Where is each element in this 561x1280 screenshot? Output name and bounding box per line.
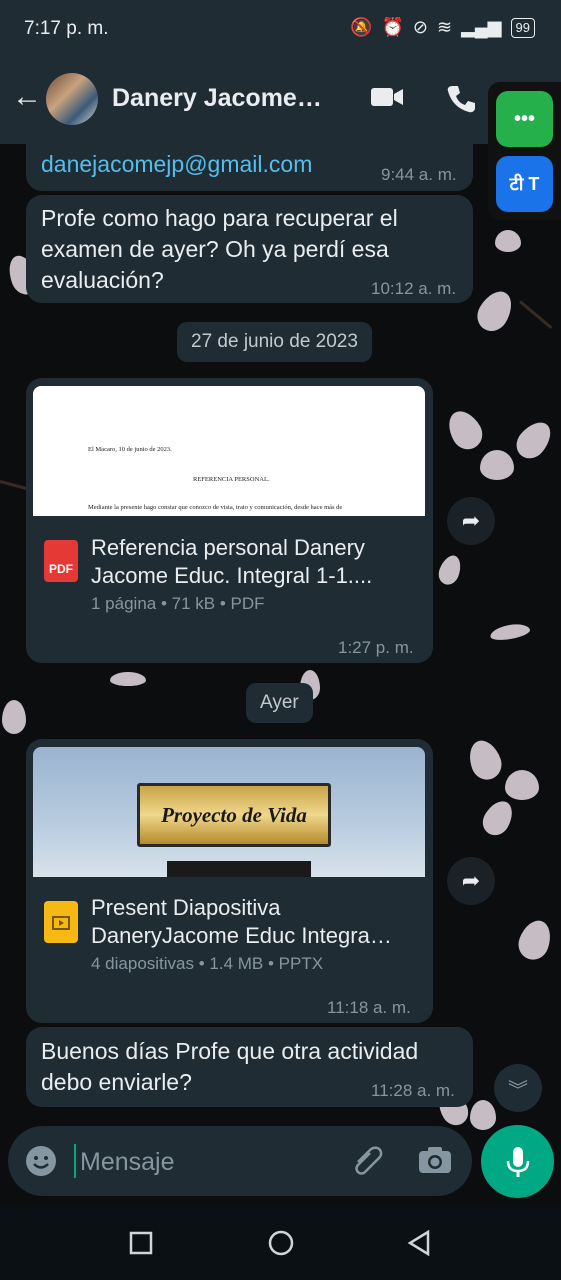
pdf-file-icon: PDF — [44, 540, 78, 582]
document-meta: 4 diapositivas • 1.4 MB • PPTX — [91, 954, 324, 973]
presentation-preview[interactable]: Proyecto de Vida — [33, 747, 425, 877]
wifi-icon: ≋ — [436, 17, 453, 37]
floating-app-panel: ••• टी T — [488, 82, 561, 220]
slide-title-plaque: Proyecto de Vida — [137, 783, 331, 847]
email-link[interactable]: danejacomejp@gmail.com — [41, 149, 312, 180]
attach-icon[interactable] — [350, 1144, 384, 1183]
home-icon[interactable] — [267, 1229, 295, 1262]
preview-line: REFERENCIA PERSONAL. — [193, 476, 270, 483]
microphone-button[interactable] — [481, 1125, 554, 1198]
scroll-down-icon[interactable]: ︾ — [494, 1064, 542, 1112]
signal-icon: ▂▄▆ — [461, 17, 502, 37]
back-arrow-icon[interactable]: ← — [12, 80, 42, 114]
microphone-icon — [506, 1146, 529, 1177]
message-time: 9:44 a. m. — [381, 165, 457, 184]
text-cursor — [74, 1144, 76, 1178]
forward-icon[interactable]: ➦ — [447, 497, 495, 545]
message-time: 11:18 a. m. — [327, 998, 411, 1017]
contact-avatar[interactable] — [46, 73, 98, 125]
document-meta: 1 página • 71 kB • PDF — [91, 594, 265, 613]
message-time: 11:28 a. m. — [371, 1081, 455, 1100]
message-input[interactable]: Mensaje — [80, 1148, 175, 1177]
back-nav-icon[interactable] — [406, 1229, 432, 1262]
status-time: 7:17 p. m. — [24, 18, 109, 39]
status-icons: 🔕 ⏰ ⊘ ≋ ▂▄▆ 99 — [350, 17, 535, 38]
slide-box — [167, 861, 311, 877]
pptx-file-icon — [44, 901, 78, 943]
phone-call-icon[interactable] — [446, 84, 476, 121]
preview-line: El Macaro, 10 de junio de 2023. — [88, 446, 172, 453]
preview-line: Mediante la presente hago constar que co… — [88, 504, 343, 511]
recents-icon[interactable] — [129, 1231, 153, 1260]
video-call-icon[interactable] — [370, 84, 404, 116]
camera-icon[interactable] — [418, 1145, 452, 1180]
slide-title: Proyecto de Vida — [161, 802, 307, 827]
alarm-icon: ⏰ — [381, 17, 404, 37]
date-separator: Ayer — [246, 683, 313, 723]
battery-indicator: 99 — [510, 17, 535, 38]
emoji-icon[interactable] — [24, 1144, 58, 1183]
date-separator: 27 de junio de 2023 — [177, 322, 372, 362]
document-preview[interactable]: El Macaro, 10 de junio de 2023. REFERENC… — [33, 386, 425, 516]
floating-chat-button[interactable]: ••• — [496, 91, 553, 147]
floating-translate-button[interactable]: टी T — [496, 156, 553, 212]
forward-icon[interactable]: ➦ — [447, 857, 495, 905]
message-time: 10:12 a. m. — [371, 279, 457, 298]
dnd-icon: ⊘ — [412, 17, 428, 37]
message-input-bar[interactable] — [8, 1126, 472, 1196]
contact-name[interactable]: Danery Jacome… — [112, 84, 322, 113]
message-time: 1:27 p. m. — [338, 638, 414, 657]
document-title: Present Diapositiva DaneryJacome Educ In… — [91, 895, 392, 948]
document-title: Referencia personal Danery Jacome Educ. … — [91, 535, 373, 588]
mute-icon: 🔕 — [350, 17, 373, 37]
